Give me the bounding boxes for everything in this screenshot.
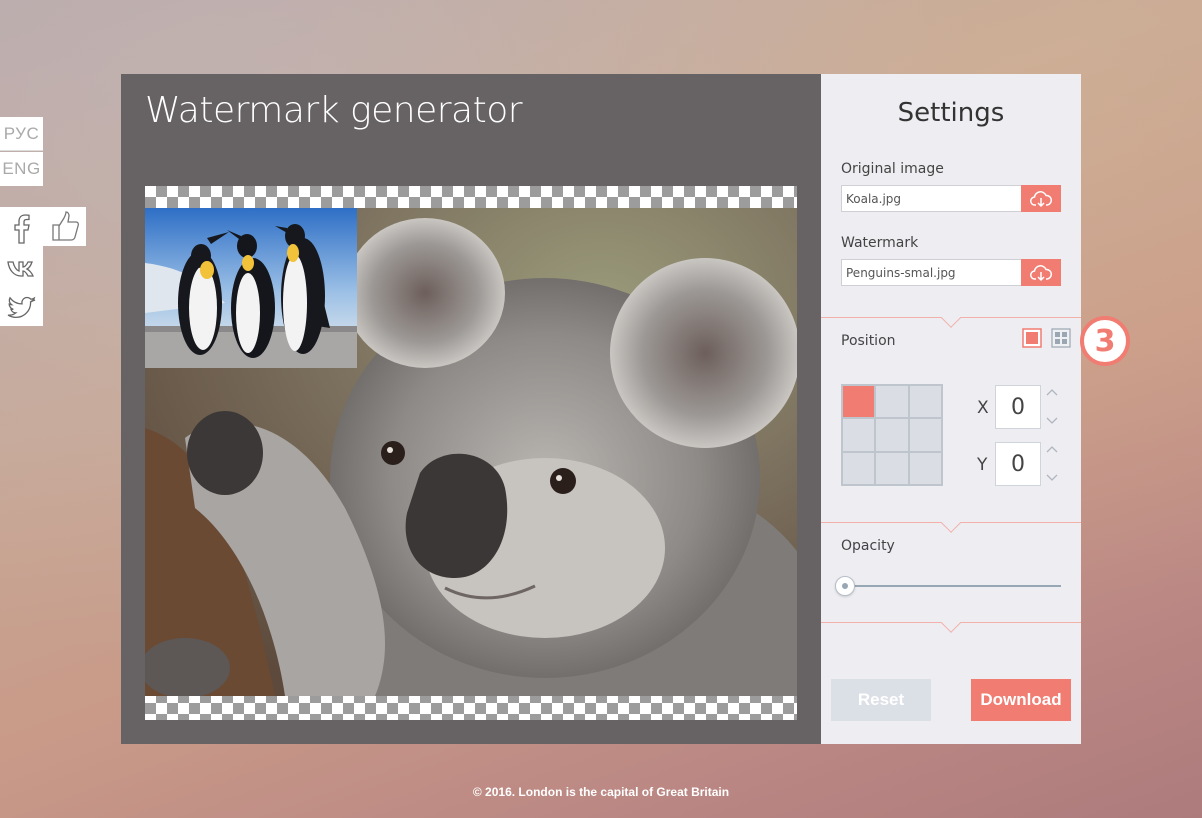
single-mode-button[interactable]: [1022, 328, 1042, 348]
grid-cell-bottom-center[interactable]: [875, 451, 909, 485]
single-square-icon: [1022, 328, 1042, 348]
social-share-panel: [0, 207, 43, 326]
vk-icon[interactable]: [6, 253, 38, 285]
divider-notch: [941, 513, 961, 533]
grid-cell-bottom-right[interactable]: [908, 451, 942, 485]
watermark-field[interactable]: Penguins-smal.jpg: [841, 259, 1061, 286]
grid-cell-middle-left[interactable]: [842, 418, 876, 452]
y-input[interactable]: 0: [995, 442, 1041, 486]
position-label: Position: [841, 333, 896, 349]
watermark-app: Watermark generator Settings Original im…: [121, 74, 1081, 744]
grid-cell-bottom-left[interactable]: [842, 451, 876, 485]
y-label: Y: [977, 455, 988, 475]
cloud-upload-icon: [1030, 190, 1052, 207]
watermark-filename: Penguins-smal.jpg: [846, 266, 956, 280]
opacity-slider-track[interactable]: [845, 585, 1061, 587]
download-button[interactable]: Download: [971, 679, 1071, 721]
y-increment-icon[interactable]: [1045, 444, 1059, 454]
preview-canvas: [145, 186, 797, 720]
like-button[interactable]: [43, 207, 86, 246]
upload-original-button[interactable]: [1021, 185, 1061, 212]
x-label: X: [977, 398, 989, 418]
facebook-icon[interactable]: [6, 213, 38, 245]
settings-title: Settings: [897, 98, 1005, 128]
grid-cell-center[interactable]: [875, 418, 909, 452]
x-input[interactable]: 0: [995, 385, 1041, 429]
original-image-field[interactable]: Koala.jpg: [841, 185, 1061, 212]
watermark-label: Watermark: [841, 235, 919, 251]
opacity-slider-handle[interactable]: [835, 576, 855, 596]
twitter-icon[interactable]: [6, 293, 38, 325]
original-image-filename: Koala.jpg: [846, 192, 902, 206]
grid-cell-top-center[interactable]: [875, 385, 909, 419]
settings-panel: Settings Original image Koala.jpg Waterm…: [821, 74, 1081, 744]
footer-text: © 2016. London is the capital of Great B…: [472, 785, 730, 799]
original-image-label: Original image: [841, 161, 944, 177]
tile-mode-button[interactable]: [1051, 328, 1071, 348]
upload-watermark-button[interactable]: [1021, 259, 1061, 286]
x-increment-icon[interactable]: [1045, 387, 1059, 397]
lang-ru-button[interactable]: РУС: [0, 117, 43, 151]
like-icon: [51, 210, 79, 241]
app-title: Watermark generator: [145, 90, 523, 131]
y-decrement-icon[interactable]: [1045, 473, 1059, 483]
x-decrement-icon[interactable]: [1045, 416, 1059, 426]
tile-grid-icon: [1051, 328, 1071, 348]
grid-cell-middle-right[interactable]: [908, 418, 942, 452]
position-grid: [841, 384, 943, 486]
lang-en-button[interactable]: ENG: [0, 152, 43, 186]
divider-notch: [941, 308, 961, 328]
opacity-label: Opacity: [841, 538, 895, 554]
grid-cell-top-left[interactable]: [842, 385, 876, 419]
workspace-panel: Watermark generator: [121, 74, 821, 744]
watermark-image-preview: [145, 208, 357, 368]
grid-cell-top-right[interactable]: [908, 385, 942, 419]
reset-button[interactable]: Reset: [831, 679, 931, 721]
step-badge: 3: [1080, 316, 1130, 366]
divider-notch: [941, 613, 961, 633]
cloud-upload-icon: [1030, 264, 1052, 281]
